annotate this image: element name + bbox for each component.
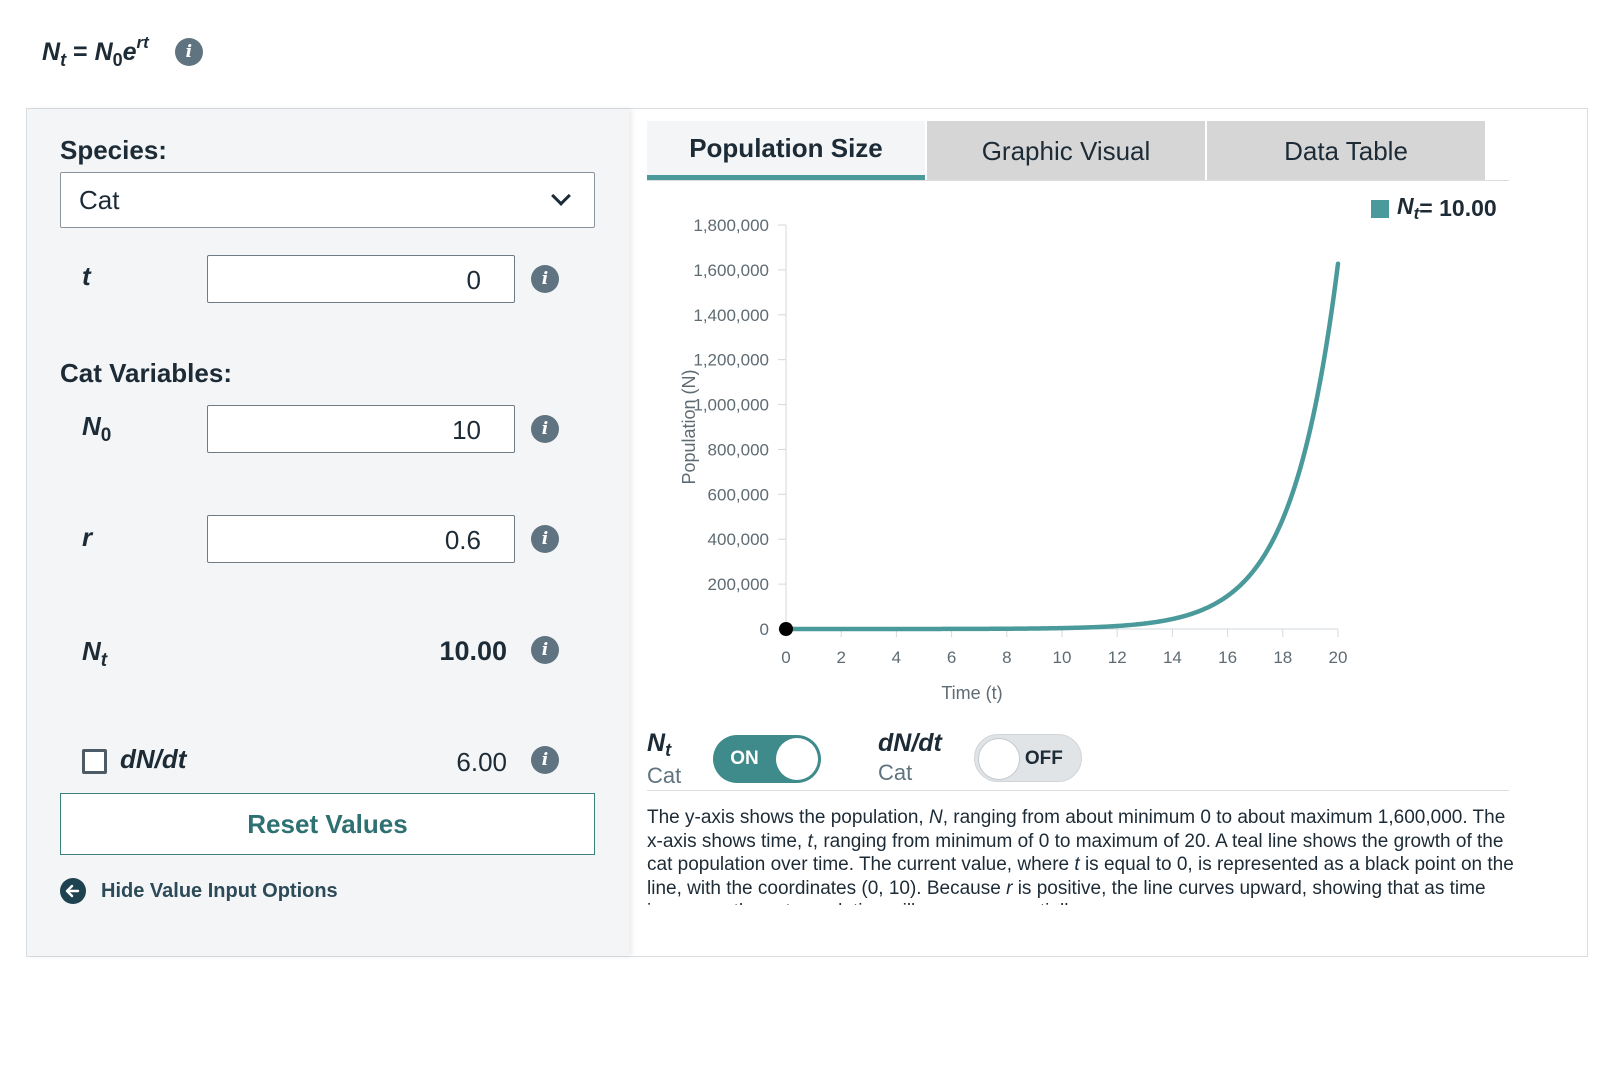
toggle-knob: [977, 737, 1020, 780]
dndt-toggle-text: dN/dt Cat: [878, 729, 942, 786]
species-select[interactable]: Cat: [60, 172, 595, 228]
species-selected-value: Cat: [79, 184, 120, 215]
dndt-toggle-symbol: dN/dt: [878, 729, 942, 757]
tab-data-table[interactable]: Data Table: [1207, 121, 1485, 181]
view-tabs: Population Size Graphic Visual Data Tabl…: [647, 121, 1509, 181]
y-tick-label: 1,600,000: [693, 261, 769, 280]
reset-values-button[interactable]: Reset Values: [60, 793, 595, 855]
r-input[interactable]: 0.6: [207, 515, 515, 563]
population-widget: Species: Cat t 0 i Cat Variables: N0 10 …: [26, 108, 1588, 957]
tab-graphic-visual[interactable]: Graphic Visual: [927, 121, 1205, 181]
nt-toggle-text: Nt Cat: [647, 729, 681, 789]
t-info-icon[interactable]: i: [531, 265, 559, 293]
y-tick-label: 600,000: [708, 485, 769, 504]
dndt-info-icon[interactable]: i: [531, 746, 559, 774]
t-input[interactable]: 0: [207, 255, 515, 303]
nt-toggle-species: Cat: [647, 763, 682, 788]
value-input-panel: Species: Cat t 0 i Cat Variables: N0 10 …: [27, 109, 629, 956]
nt-info-icon[interactable]: i: [531, 636, 559, 664]
toggle-knob: [776, 738, 819, 780]
hide-value-input-link[interactable]: Hide Value Input Options: [60, 878, 338, 904]
nt-toggle-state: ON: [730, 748, 759, 769]
y-tick-label: 200,000: [708, 575, 769, 594]
tab-population-size[interactable]: Population Size: [647, 121, 925, 181]
dndt-toggle-switch[interactable]: OFF: [973, 733, 1082, 782]
x-tick-label: 18: [1273, 648, 1292, 667]
y-tick-label: 1,800,000: [693, 216, 769, 235]
description-divider: [647, 790, 1509, 791]
x-axis-title: Time (t): [941, 683, 1002, 703]
cat-variables-title: Cat Variables:: [60, 358, 232, 388]
x-tick-label: 0: [781, 648, 790, 667]
n0-info-icon[interactable]: i: [531, 415, 559, 443]
nt-toggle-symbol: Nt: [647, 729, 672, 760]
dndt-toggle-state: OFF: [1024, 747, 1063, 769]
n0-label: N0: [82, 411, 112, 446]
x-tick-label: 12: [1108, 648, 1127, 667]
y-axis-title: Population (N): [679, 369, 699, 484]
r-info-icon[interactable]: i: [531, 525, 559, 553]
y-axis: 0 200,000 400,000 600,000 800,000 1,000,000 1,…: [693, 216, 787, 639]
nt-label: Nt: [82, 636, 108, 671]
arrow-left-circle-icon: [60, 878, 86, 904]
y-tick-label: 1,400,000: [693, 306, 769, 325]
x-tick-label: 6: [947, 648, 956, 667]
growth-formula: Nt = N0ert: [42, 33, 149, 70]
hide-value-input-label: Hide Value Input Options: [101, 879, 338, 902]
x-tick-label: 4: [892, 648, 901, 667]
y-tick-label: 1,000,000: [693, 396, 769, 415]
formula-info-icon[interactable]: i: [174, 38, 203, 66]
species-label: Species:: [60, 135, 167, 165]
r-label: r: [82, 522, 93, 552]
y-tick-label: 800,000: [708, 440, 769, 459]
y-tick-label: 1,200,000: [693, 351, 769, 370]
x-axis: 0 2 4 6 8 10 12 14 16 18 20: [781, 628, 1348, 667]
x-tick-label: 16: [1218, 648, 1237, 667]
x-tick-label: 8: [1002, 648, 1011, 667]
nt-toggle-switch[interactable]: ON: [713, 735, 822, 783]
dndt-value: 6.00: [456, 747, 507, 777]
dndt-label: dN/dt: [120, 744, 187, 774]
dndt-checkbox[interactable]: [82, 749, 107, 774]
population-chart: 0 200,000 400,000 600,000 800,000 1,000,000 1,…: [679, 216, 1348, 703]
dndt-toggle-group: dN/dt Cat OFF: [878, 729, 1082, 786]
x-tick-label: 10: [1053, 648, 1072, 667]
population-series-line: [783, 261, 1341, 632]
nt-toggle-group: Nt Cat ON: [647, 729, 822, 789]
formula-header: Nt = N0ert i: [42, 30, 203, 74]
chevron-down-icon: [551, 186, 571, 206]
x-tick-label: 2: [836, 648, 845, 667]
nt-value: 10.00: [439, 636, 507, 666]
y-tick-label: 400,000: [708, 530, 769, 549]
n0-input[interactable]: 10: [207, 405, 515, 453]
dndt-toggle-species: Cat: [878, 760, 913, 785]
x-tick-label: 14: [1163, 648, 1182, 667]
x-tick-label: 20: [1329, 648, 1348, 667]
y-tick-label: 0: [760, 620, 769, 639]
t-label: t: [82, 261, 91, 291]
chart-description: The y-axis shows the population, N, rang…: [647, 807, 1514, 905]
current-value-point[interactable]: [779, 621, 793, 636]
